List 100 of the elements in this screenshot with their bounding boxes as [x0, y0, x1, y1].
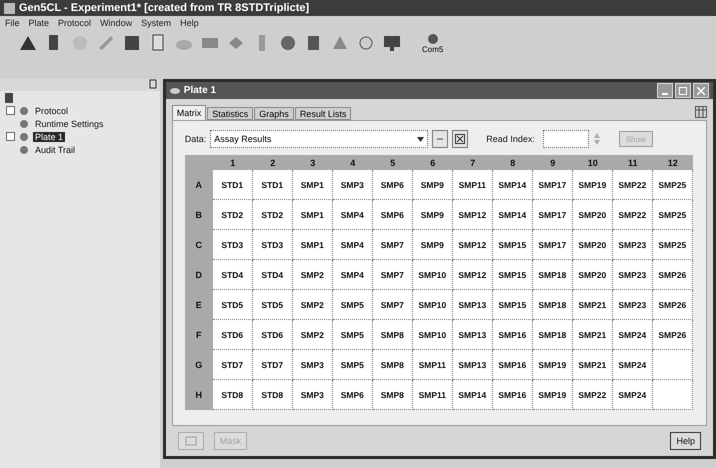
help-button[interactable]: Help	[670, 432, 701, 450]
well-cell[interactable]: STD4	[252, 260, 293, 290]
well-cell[interactable]: SMP16	[492, 320, 533, 350]
pin-icon[interactable]	[148, 79, 157, 89]
well-cell[interactable]: SMP7	[372, 230, 413, 260]
well-cell[interactable]: SMP8	[372, 350, 413, 380]
well-cell[interactable]: SMP15	[492, 230, 533, 260]
well-cell[interactable]: SMP3	[332, 170, 373, 200]
well-cell[interactable]: SMP6	[372, 200, 413, 230]
well-cell[interactable]: SMP17	[532, 170, 573, 200]
well-cell[interactable]: SMP13	[452, 290, 493, 320]
well-cell[interactable]: SMP9	[412, 230, 453, 260]
well-cell[interactable]: SMP7	[372, 260, 413, 290]
well-cell[interactable]: SMP26	[652, 260, 693, 290]
well-cell[interactable]: STD1	[212, 170, 253, 200]
well-cell[interactable]: SMP24	[612, 350, 653, 380]
well-cell[interactable]: SMP25	[652, 230, 693, 260]
port-button[interactable]: Com5	[422, 32, 444, 54]
well-cell[interactable]: SMP13	[452, 320, 493, 350]
well-cell[interactable]: SMP1	[292, 230, 333, 260]
well-cell[interactable]: SMP8	[372, 320, 413, 350]
well-cell[interactable]: STD6	[212, 320, 253, 350]
well-cell[interactable]: SMP23	[612, 230, 653, 260]
well-cell[interactable]: SMP25	[652, 200, 693, 230]
well-cell[interactable]: STD5	[252, 290, 293, 320]
well-cell[interactable]: SMP18	[532, 290, 573, 320]
browse-button[interactable]	[432, 130, 448, 148]
well-cell[interactable]: SMP5	[332, 290, 373, 320]
monitor-icon[interactable]	[382, 34, 402, 52]
well-cell[interactable]	[652, 380, 693, 410]
well-cell[interactable]: SMP23	[612, 290, 653, 320]
well-cell[interactable]: STD8	[212, 380, 253, 410]
tab[interactable]: Graphs	[254, 107, 294, 120]
well-cell[interactable]: SMP15	[492, 260, 533, 290]
well-cell[interactable]: SMP26	[652, 290, 693, 320]
tree-item[interactable]: Plate 1	[33, 132, 66, 142]
well-cell[interactable]: SMP6	[332, 380, 373, 410]
well-cell[interactable]: SMP21	[572, 290, 613, 320]
tree-item[interactable]: Protocol	[33, 106, 70, 116]
menu-item[interactable]: Window	[100, 18, 132, 28]
well-cell[interactable]: STD2	[252, 200, 293, 230]
well-cell[interactable]: SMP4	[332, 230, 373, 260]
well-cell[interactable]: SMP8	[372, 380, 413, 410]
well-cell[interactable]: SMP10	[412, 260, 453, 290]
well-cell[interactable]: STD6	[252, 320, 293, 350]
well-cell[interactable]: SMP16	[492, 380, 533, 410]
well-cell[interactable]: SMP12	[452, 260, 493, 290]
well-cell[interactable]: SMP14	[492, 200, 533, 230]
grid-icon[interactable]	[695, 106, 707, 118]
well-cell[interactable]: SMP23	[612, 260, 653, 290]
well-cell[interactable]: SMP18	[532, 260, 573, 290]
menu-item[interactable]: Help	[180, 18, 199, 28]
well-cell[interactable]: STD1	[252, 170, 293, 200]
well-cell[interactable]: STD3	[252, 230, 293, 260]
expand-icon[interactable]	[6, 132, 15, 141]
well-cell[interactable]: SMP5	[332, 320, 373, 350]
well-cell[interactable]: SMP9	[412, 200, 453, 230]
well-cell[interactable]: SMP10	[412, 290, 453, 320]
well-cell[interactable]: SMP11	[412, 380, 453, 410]
well-cell[interactable]: SMP2	[292, 290, 333, 320]
well-cell[interactable]: SMP19	[532, 380, 573, 410]
well-cell[interactable]: STD3	[212, 230, 253, 260]
well-cell[interactable]: SMP21	[572, 320, 613, 350]
expand-icon[interactable]	[6, 106, 15, 115]
well-cell[interactable]: SMP19	[532, 350, 573, 380]
well-cell[interactable]: SMP9	[412, 170, 453, 200]
well-cell[interactable]: SMP2	[292, 320, 333, 350]
menu-item[interactable]: File	[5, 18, 20, 28]
well-cell[interactable]: SMP12	[452, 230, 493, 260]
well-cell[interactable]: SMP4	[332, 260, 373, 290]
well-cell[interactable]: SMP14	[452, 380, 493, 410]
tree-item[interactable]: Runtime Settings	[33, 118, 106, 128]
well-cell[interactable]: SMP16	[492, 350, 533, 380]
well-cell[interactable]: SMP12	[452, 200, 493, 230]
well-cell[interactable]: SMP1	[292, 200, 333, 230]
well-cell[interactable]: SMP19	[572, 170, 613, 200]
read-index-field[interactable]	[542, 130, 589, 148]
well-cell[interactable]: SMP13	[452, 350, 493, 380]
well-cell[interactable]: SMP18	[532, 320, 573, 350]
well-cell[interactable]: STD5	[212, 290, 253, 320]
well-cell[interactable]: SMP11	[412, 350, 453, 380]
well-cell[interactable]: SMP21	[572, 350, 613, 380]
well-cell[interactable]	[652, 350, 693, 380]
tab[interactable]: Result Lists	[294, 107, 352, 120]
minimize-button[interactable]	[657, 83, 673, 98]
well-cell[interactable]: SMP22	[612, 170, 653, 200]
well-cell[interactable]: SMP17	[532, 230, 573, 260]
well-cell[interactable]: SMP1	[292, 170, 333, 200]
well-cell[interactable]: SMP26	[652, 320, 693, 350]
tab[interactable]: Statistics	[207, 107, 254, 120]
well-cell[interactable]: SMP20	[572, 200, 613, 230]
well-cell[interactable]: SMP4	[332, 200, 373, 230]
menu-item[interactable]: Plate	[28, 18, 50, 28]
well-cell[interactable]: SMP24	[612, 380, 653, 410]
well-cell[interactable]: SMP25	[652, 170, 693, 200]
tree-item[interactable]: Audit Trail	[33, 144, 78, 154]
clear-button[interactable]	[452, 130, 468, 148]
well-cell[interactable]: STD7	[212, 350, 253, 380]
well-cell[interactable]: SMP14	[492, 170, 533, 200]
well-cell[interactable]: STD2	[212, 200, 253, 230]
